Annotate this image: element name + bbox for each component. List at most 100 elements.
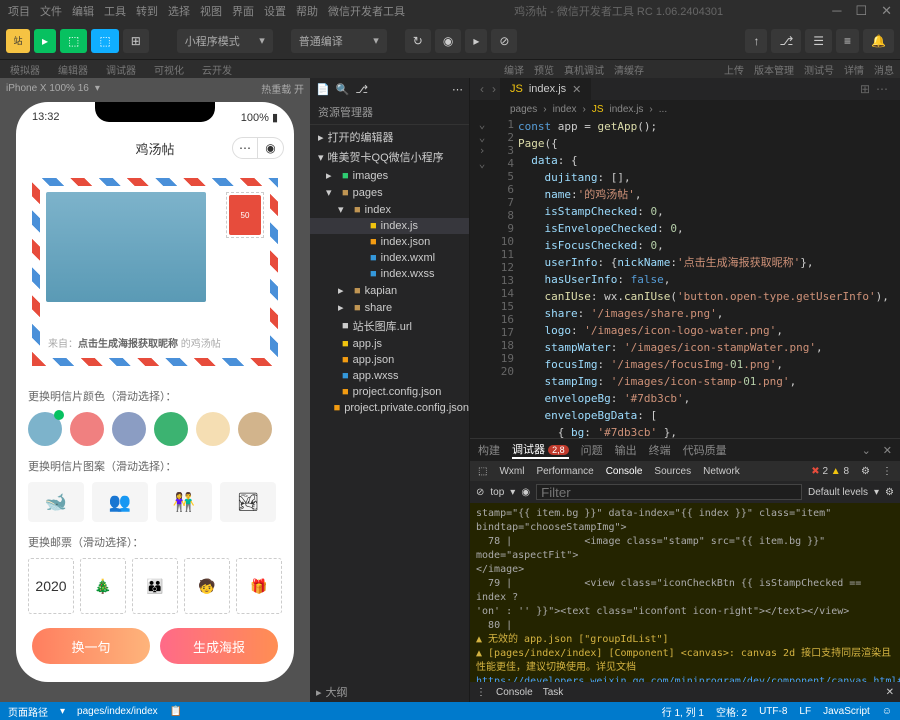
menu-view[interactable]: 视图 xyxy=(200,3,222,19)
console-output[interactable]: stamp="{{ item.bg }}" data-index="{{ ind… xyxy=(470,503,900,682)
tree-item-index[interactable]: ▾■ index xyxy=(310,201,469,218)
compile-button[interactable]: ↻ xyxy=(405,29,431,53)
console-eye-icon[interactable]: ◉ xyxy=(521,487,530,498)
tree-item-app-wxss[interactable]: ■ app.wxss xyxy=(310,368,469,384)
code-editor[interactable]: ⌄⌄›⌄ 1234567891011121314151617181920 con… xyxy=(470,118,900,438)
panel-collapse-icon[interactable]: ⌄ xyxy=(862,444,871,457)
minimize-icon[interactable]: ─ xyxy=(832,3,841,19)
feedback-icon[interactable]: ☺ xyxy=(882,706,892,717)
color-option[interactable] xyxy=(112,412,146,446)
version-button[interactable]: ⎇ xyxy=(771,29,801,53)
shuffle-button[interactable]: 换一句 xyxy=(32,628,150,664)
tree-item-app-js[interactable]: ■ app.js xyxy=(310,336,469,352)
encoding[interactable]: UTF-8 xyxy=(759,706,787,717)
devtab-performance[interactable]: Performance xyxy=(536,466,593,477)
tree-item-project-private-config-json[interactable]: ■ project.private.config.json xyxy=(310,400,469,416)
maximize-icon[interactable]: ☐ xyxy=(855,3,867,19)
tree-item-index-json[interactable]: ■ index.json xyxy=(310,234,469,250)
compile-select[interactable]: 普通编译▾ xyxy=(291,29,387,53)
tree-item-index-wxml[interactable]: ■ index.wxml xyxy=(310,250,469,266)
simulator-toggle[interactable]: ▸ xyxy=(34,29,56,53)
pattern-option[interactable]: 🐋 xyxy=(28,482,84,522)
tree-item-app-json[interactable]: ■ app.json xyxy=(310,352,469,368)
mode-select[interactable]: 小程序模式▾ xyxy=(177,29,273,53)
tab-problems[interactable]: 问题 xyxy=(581,442,603,458)
stamp-picker-row[interactable]: 2020 🎄 👪 🧒 🎁 xyxy=(16,554,294,618)
remote-debug-button[interactable]: ▸ xyxy=(465,29,487,53)
pattern-option[interactable]: 👥 xyxy=(92,482,148,522)
console-clear-icon[interactable]: ⊘ xyxy=(476,487,484,498)
color-option[interactable] xyxy=(70,412,104,446)
pattern-option[interactable]: 👫 xyxy=(156,482,212,522)
drawer-console[interactable]: Console xyxy=(496,687,533,698)
color-option[interactable] xyxy=(28,412,62,446)
pattern-picker-row[interactable]: 🐋 👥 👫 🏞 xyxy=(16,478,294,526)
capsule-close-icon[interactable]: ◉ xyxy=(258,137,284,159)
tab-output[interactable]: 输出 xyxy=(615,442,637,458)
tab-close-icon[interactable]: ✕ xyxy=(572,83,581,96)
stamp-option[interactable]: 2020 xyxy=(28,558,74,614)
editor-nav-back-icon[interactable]: ‹ xyxy=(476,82,488,96)
editor-more-icon[interactable]: ⋯ xyxy=(870,82,894,96)
tab-terminal[interactable]: 终端 xyxy=(649,442,671,458)
devtools-more-icon[interactable]: ⋮ xyxy=(882,466,892,477)
devtab-elements-icon[interactable]: ⬚ xyxy=(478,466,487,477)
stamp-option[interactable]: 🎁 xyxy=(236,558,282,614)
test-account-button[interactable]: ☰ xyxy=(805,29,832,53)
devtab-network[interactable]: Network xyxy=(703,466,740,477)
drawer-task[interactable]: Task xyxy=(543,687,564,698)
editor-split-icon[interactable]: ⊞ xyxy=(860,82,870,96)
editor-toggle[interactable]: ⬚ xyxy=(60,29,87,53)
menu-devtools[interactable]: 微信开发者工具 xyxy=(328,3,405,19)
stamp-option[interactable]: 🎄 xyxy=(80,558,126,614)
devtools-settings-icon[interactable]: ⚙ xyxy=(861,466,870,477)
capsule-menu-icon[interactable]: ⋯ xyxy=(232,137,258,159)
upload-button[interactable]: ↑ xyxy=(745,29,767,53)
menu-file[interactable]: 文件 xyxy=(40,3,62,19)
hot-reload-toggle[interactable]: 热重载 开 xyxy=(261,81,304,96)
tab-build[interactable]: 构建 xyxy=(478,442,500,458)
menu-help[interactable]: 帮助 xyxy=(296,3,318,19)
tree-item-index-js[interactable]: ■ index.js xyxy=(310,218,469,234)
indent-setting[interactable]: 空格: 2 xyxy=(716,704,747,719)
language-mode[interactable]: JavaScript xyxy=(823,706,870,717)
menu-edit[interactable]: 编辑 xyxy=(72,3,94,19)
color-picker-row[interactable] xyxy=(16,408,294,450)
eol[interactable]: LF xyxy=(799,706,811,717)
explorer-icon[interactable]: 📄 xyxy=(316,83,330,96)
tree-item-images[interactable]: ▸■ images xyxy=(310,167,469,184)
color-option[interactable] xyxy=(154,412,188,446)
page-path[interactable]: pages/index/index xyxy=(77,706,158,717)
menu-interface[interactable]: 界面 xyxy=(232,3,254,19)
stamp-option[interactable]: 🧒 xyxy=(184,558,230,614)
menu-project[interactable]: 项目 xyxy=(8,3,30,19)
tab-quality[interactable]: 代码质量 xyxy=(683,442,727,458)
cursor-position[interactable]: 行 1, 列 1 xyxy=(662,704,704,719)
project-root[interactable]: ▾ 唯美贺卡QQ微信小程序 xyxy=(310,147,469,167)
editor-nav-fwd-icon[interactable]: › xyxy=(488,82,500,96)
search-icon[interactable]: 🔍 xyxy=(336,83,350,96)
drawer-close-icon[interactable]: ✕ xyxy=(886,687,894,698)
close-icon[interactable]: ✕ xyxy=(881,3,892,19)
panel-close-icon[interactable]: ✕ xyxy=(883,444,892,457)
device-select[interactable]: iPhone X 100% 16 xyxy=(6,83,89,94)
preview-button[interactable]: ◉ xyxy=(435,29,461,53)
outline-section[interactable]: ▸ 大纲 xyxy=(310,682,469,702)
clear-cache-button[interactable]: ⊘ xyxy=(491,29,517,53)
console-levels-select[interactable]: Default levels xyxy=(808,487,868,498)
tab-debugger[interactable]: 调试器 2,8 xyxy=(512,441,569,459)
menu-goto[interactable]: 转到 xyxy=(136,3,158,19)
tree-item-站长图库-url[interactable]: ■ 站长图库.url xyxy=(310,316,469,336)
tab-index-js[interactable]: JS index.js ✕ xyxy=(500,78,591,100)
tree-item-pages[interactable]: ▾■ pages xyxy=(310,184,469,201)
console-settings-icon[interactable]: ⚙ xyxy=(885,487,894,498)
visual-toggle[interactable]: ⊞ xyxy=(123,29,149,53)
menu-tools[interactable]: 工具 xyxy=(104,3,126,19)
pattern-option[interactable]: 🏞 xyxy=(220,482,276,522)
notifications-button[interactable]: 🔔 xyxy=(863,29,894,53)
console-filter-input[interactable] xyxy=(536,484,802,500)
tree-item-project-config-json[interactable]: ■ project.config.json xyxy=(310,384,469,400)
tree-item-share[interactable]: ▸■ share xyxy=(310,299,469,316)
debugger-toggle[interactable]: ⬚ xyxy=(91,29,118,53)
tree-item-kapian[interactable]: ▸■ kapian xyxy=(310,282,469,299)
